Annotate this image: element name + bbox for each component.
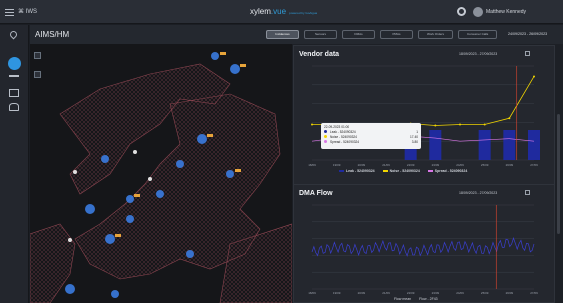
noise-point [311,123,313,126]
network-map[interactable] [30,44,292,303]
x-tick-label: 22/09 [407,291,415,295]
right-scrollbar[interactable] [557,114,560,234]
truck-icon[interactable] [9,89,19,97]
dma-flow-panel: DMA Flow 18/09/2023 - 27/09/2023 18/09 19… [293,184,555,303]
x-tick-label: 21/09 [382,291,390,295]
tab-pmas[interactable]: PMAs [380,30,413,39]
menu-icon[interactable] [5,9,14,16]
app-name: ⌘ IWS [18,9,38,15]
x-tick-label: 18/09 [308,163,316,167]
right-panel: Vendor data 18/09/2023 - 27/09/2023 18/0… [293,44,563,303]
x-tick-label: 26/09 [506,291,514,295]
vendor-calendar-icon[interactable] [525,51,530,56]
tooltip-value-spread: 3.80 [411,140,418,144]
tab-work-orders[interactable]: Work Orders [418,30,453,39]
flow-line [311,237,535,257]
legend-spread-label: Spread - 524090324 [434,169,468,173]
flow-chart[interactable]: 18/09 19/09 20/09 21/09 22/09 23/09 24/09 25/09… [294,199,556,297]
top-bar: ⌘ IWS xylem.vue powered by GoAigua Matthe… [0,0,563,24]
leak-bar [528,130,540,160]
noise-point [483,123,486,126]
x-tick-label: 22/09 [407,163,415,167]
vendor-chart[interactable]: 18/09 19/09 20/09 21/09 22/09 23/09 24/09 25/09… [294,60,556,170]
x-tick-label: 25/09 [481,291,489,295]
user-name[interactable]: Matthew Kennedy [486,9,526,15]
flag-icon[interactable] [9,75,19,83]
x-tick-label: 18/09 [308,291,316,295]
noise-point [533,75,535,78]
tooltip-label-noise: Noise - 524090324 [330,135,357,139]
breadcrumb: AIMS/HM [35,30,70,39]
legend-flow[interactable]: Flow - 2F43 [419,297,437,301]
leak-bar [478,130,491,160]
x-tick-label: 27/09 [530,163,538,167]
global-date-range[interactable]: 24/09/2023 - 26/09/2023 [508,32,547,36]
x-tick-label: 25/09 [481,163,489,167]
x-tick-label: 23/09 [432,163,440,167]
flow-date-range[interactable]: 18/09/2023 - 27/09/2023 [459,191,497,195]
vendor-data-panel: Vendor data 18/09/2023 - 27/09/2023 18/0… [293,45,555,185]
tab-sensors[interactable]: Sensors [304,30,337,39]
dma-flow-title: DMA Flow [299,190,333,197]
x-tick-label: 21/09 [382,163,390,167]
vendor-date-range[interactable]: 18/09/2023 - 27/09/2023 [459,52,497,56]
flow-legend: Flow mean Flow - 2F43 [394,297,438,301]
legend-leak-label: Leak - 524090324 [346,169,375,173]
pin-icon[interactable] [8,29,19,40]
legend-noise[interactable]: Noise - 524090324 [382,169,420,173]
settings-gear-icon[interactable] [457,7,466,16]
tooltip-label-spread: Spread - 524090324 [330,140,360,144]
tab-incidences[interactable]: Incidences [266,30,299,39]
noise-point [434,124,437,127]
x-tick-label: 19/09 [333,291,341,295]
legend-flow-mean[interactable]: Flow mean [394,297,411,301]
x-tick-label: 20/09 [358,163,366,167]
legend-spread[interactable]: Spread - 524090324 [427,169,468,173]
flow-calendar-icon[interactable] [525,190,530,195]
leak-bar [429,130,442,160]
drop-icon[interactable] [8,57,21,70]
tab-consumer-calls[interactable]: Consumer Calls [457,30,498,39]
x-tick-label: 27/09 [530,291,538,295]
legend-noise-label: Noise - 524090324 [389,169,420,173]
tab-bar: Incidences Sensors DMAs PMAs Work Orders… [266,30,498,40]
x-tick-label: 26/09 [506,163,514,167]
chart-tooltip: 22-09-2023 01:00 Leak - 524090324 1 Noise… [321,123,421,149]
tooltip-label-leak: Leak - 524090324 [330,130,356,134]
zoom-in-button[interactable] [34,52,41,59]
map-canvas[interactable] [30,44,292,303]
bell-icon[interactable] [9,103,19,111]
tab-dmas[interactable]: DMAs [342,30,375,39]
x-tick-label: 23/09 [432,291,440,295]
noise-point [459,123,461,126]
x-tick-label: 20/09 [358,291,366,295]
x-tick-label: 24/09 [456,163,464,167]
vendor-legend: Leak - 524090324 Noise - 524090324 Sprea… [339,169,467,173]
avatar[interactable] [473,7,483,17]
breadcrumb-bar: AIMS/HM Incidences Sensors DMAs PMAs Wor… [30,25,563,44]
sidebar [0,25,29,303]
leak-bar [503,130,516,160]
x-tick-label: 19/09 [333,163,341,167]
noise-line [312,76,535,126]
x-tick-label: 24/09 [456,291,464,295]
legend-leak[interactable]: Leak - 524090324 [339,169,375,173]
noise-point [508,117,511,120]
brand-logo: xylem.vue powered by GoAigua [250,7,318,16]
layers-icon[interactable] [34,71,41,78]
vendor-data-title: Vendor data [299,51,340,58]
